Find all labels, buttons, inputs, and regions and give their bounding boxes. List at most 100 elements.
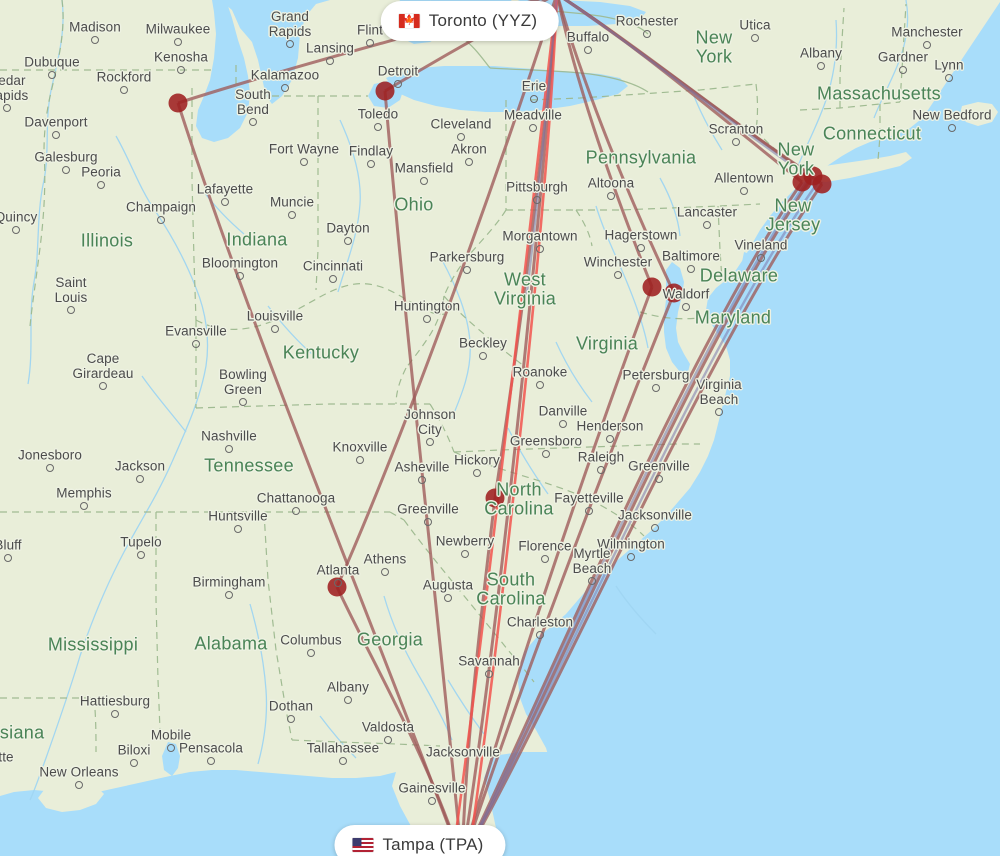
city-dot <box>4 554 12 562</box>
city-dot <box>292 507 300 515</box>
city-dot <box>67 306 75 314</box>
city-dot <box>62 166 70 174</box>
city-dot <box>627 553 635 561</box>
city-dot <box>137 551 145 559</box>
city-dot <box>606 435 614 443</box>
city-dot <box>751 34 759 42</box>
city-dot <box>381 568 389 576</box>
city-dot <box>80 502 88 510</box>
city-dot <box>923 41 931 49</box>
city-dot <box>12 226 20 234</box>
city-dot <box>394 80 402 88</box>
city-dot <box>817 62 825 70</box>
route-tpa-dtw <box>383 90 463 856</box>
city-dot <box>130 759 138 767</box>
city-dot <box>157 216 165 224</box>
city-dot <box>536 631 544 639</box>
city-dot <box>948 124 956 132</box>
route-tpa-iad <box>462 286 654 856</box>
city-dot <box>732 138 740 146</box>
city-dot <box>643 30 651 38</box>
city-dot <box>682 303 690 311</box>
airport-marker-dulles[interactable] <box>642 277 662 297</box>
city-dot <box>479 352 487 360</box>
city-dot <box>97 181 105 189</box>
us-flag-icon <box>352 838 374 852</box>
destination-airport-label: Tampa (TPA) <box>382 835 484 854</box>
city-dot <box>426 438 434 446</box>
city-dot <box>424 518 432 526</box>
city-dot <box>585 507 593 515</box>
airport-marker-detroit[interactable] <box>375 81 395 101</box>
city-dot <box>945 74 953 82</box>
city-dot <box>428 797 436 805</box>
airport-marker-chicago[interactable] <box>168 93 188 113</box>
origin-airport-label: Toronto (YYZ) <box>428 11 538 30</box>
city-dot <box>463 266 471 274</box>
airport-marker-reagan[interactable] <box>664 283 684 303</box>
city-dot <box>287 715 295 723</box>
city-dot <box>288 211 296 219</box>
city-dot <box>111 710 119 718</box>
city-dot <box>239 398 247 406</box>
city-dot <box>174 38 182 46</box>
city-dot <box>384 736 392 744</box>
city-dot <box>461 550 469 558</box>
city-dot <box>485 670 493 678</box>
city-dot <box>757 254 765 262</box>
city-dot <box>48 71 56 79</box>
city-dot <box>207 757 215 765</box>
city-dot <box>120 86 128 94</box>
city-dot <box>221 198 229 206</box>
city-dot <box>286 40 294 48</box>
city-dot <box>533 196 541 204</box>
city-dot <box>444 594 452 602</box>
city-dot <box>899 66 907 74</box>
flight-route-map[interactable]: MadisonMilwaukeeKenoshaDubuqueRockfordCe… <box>0 0 1000 856</box>
airport-marker-jfk[interactable] <box>812 174 832 194</box>
city-dot <box>536 245 544 253</box>
city-dot <box>300 158 308 166</box>
city-dot <box>307 649 315 657</box>
routes-overlap-tint <box>463 0 819 856</box>
city-dot <box>234 525 242 533</box>
city-dot <box>423 315 431 323</box>
route-tint-yyz-ne <box>563 0 811 179</box>
city-dot <box>192 340 200 348</box>
city-dot <box>420 177 428 185</box>
ca-flag-icon: 🍁 <box>398 14 420 28</box>
city-dot <box>607 192 615 200</box>
destination-airport-pill[interactable]: Tampa (TPA) <box>334 825 506 856</box>
routes-layer <box>176 0 824 856</box>
city-dot <box>473 469 481 477</box>
city-dot <box>52 131 60 139</box>
city-dot <box>3 104 11 112</box>
city-dot <box>236 272 244 280</box>
city-dot <box>536 381 544 389</box>
city-dot <box>614 271 622 279</box>
city-dot <box>529 124 537 132</box>
origin-airport-pill[interactable]: 🍁 Toronto (YYZ) <box>380 1 560 41</box>
city-dot <box>225 591 233 599</box>
city-dot <box>465 158 473 166</box>
route-tpa-dca <box>462 292 676 856</box>
airport-marker-charlotte[interactable] <box>485 488 505 508</box>
city-dot <box>167 744 175 752</box>
city-dot <box>651 524 659 532</box>
city-dot <box>177 66 185 74</box>
city-dot <box>740 187 748 195</box>
city-dot <box>75 781 83 789</box>
city-dot <box>542 450 550 458</box>
city-dot <box>46 464 54 472</box>
city-dot <box>541 555 549 563</box>
city-dot <box>329 275 337 283</box>
city-dot <box>715 408 723 416</box>
city-dot <box>597 466 605 474</box>
city-dot <box>655 475 663 483</box>
route-yyz-ewr <box>563 0 803 184</box>
city-dot <box>249 118 257 126</box>
city-dot <box>344 696 352 704</box>
city-dot <box>334 579 342 587</box>
city-dot <box>559 420 567 428</box>
city-dot <box>339 757 347 765</box>
